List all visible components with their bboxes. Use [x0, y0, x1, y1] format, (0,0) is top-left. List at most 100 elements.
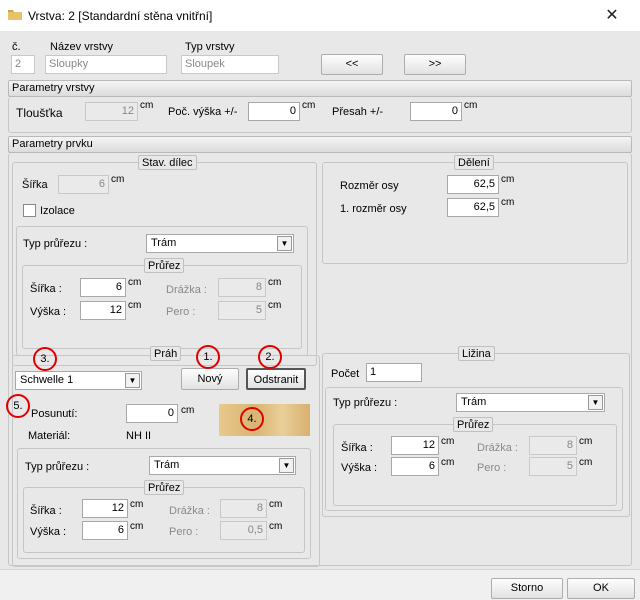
axis-label: Rozměr osy — [340, 180, 399, 192]
start-height-field[interactable]: 0 — [248, 102, 300, 121]
new-prah-button[interactable]: Nový — [181, 368, 239, 390]
layer-no-label: č. — [12, 41, 21, 53]
dilec-profile-type-value: Trám — [151, 237, 177, 249]
dilec-prurez-height-unit: cm — [128, 300, 142, 311]
folder-icon — [8, 10, 22, 20]
dilec-prurez-height-field[interactable]: 12 — [80, 301, 126, 320]
dilec-profile-type-select[interactable]: Trám ▼ — [146, 234, 294, 253]
footer-bar: Storno OK — [0, 569, 640, 600]
layer-params-header: Parametry vrstvy — [8, 80, 632, 97]
layer-type-field[interactable]: Sloupek — [181, 55, 279, 74]
dialog-client: č. Název vrstvy Typ vrstvy 2 Sloupky Slo… — [0, 31, 640, 600]
lizina-count-field[interactable]: 1 — [366, 363, 422, 382]
element-params-header: Parametry prvku — [8, 136, 632, 153]
layer-no-field[interactable]: 2 — [11, 55, 35, 74]
overlap-field[interactable]: 0 — [410, 102, 462, 121]
prah-tongue-label: Pero : — [169, 526, 199, 538]
prev-layer-button[interactable]: << — [321, 54, 383, 75]
prah-width-unit: cm — [130, 499, 144, 510]
lizina-groove-field[interactable]: 8 — [529, 436, 577, 455]
layer-params-title: Parametry vrstvy — [12, 82, 95, 94]
chevron-down-icon[interactable]: ▼ — [279, 458, 294, 473]
thickness-label: Tloušťka — [16, 106, 63, 120]
prah-groove-label: Drážka : — [169, 505, 210, 517]
annotation-marker-2: 2. — [258, 345, 282, 369]
first-axis-field[interactable]: 62,5 — [447, 198, 499, 217]
annotation-marker-5: 5. — [6, 394, 30, 418]
window-title: Vrstva: 2 [Standardní stěna vnitřní] — [28, 9, 213, 23]
chevron-down-icon[interactable]: ▼ — [125, 373, 140, 388]
ok-button[interactable]: OK — [567, 578, 635, 599]
close-button[interactable]: ✕ — [598, 4, 626, 28]
prah-title: Práh — [150, 346, 182, 361]
dilec-groove-field[interactable]: 8 — [218, 278, 266, 297]
dilec-groove-unit: cm — [268, 277, 282, 288]
annotation-marker-4: 4. — [240, 407, 264, 431]
offset-label: Posunutí: — [31, 408, 78, 420]
prah-select-value: Schwelle 1 — [20, 374, 74, 386]
lizina-tongue-field[interactable]: 5 — [529, 457, 577, 476]
offset-field[interactable]: 0 — [126, 404, 178, 423]
prah-height-label: Výška : — [30, 526, 67, 538]
insulation-checkbox[interactable] — [23, 204, 36, 217]
chevron-down-icon[interactable]: ▼ — [588, 395, 603, 410]
thickness-field[interactable]: 12 — [85, 102, 138, 121]
layer-name-field[interactable]: Sloupky — [45, 55, 167, 74]
cancel-button[interactable]: Storno — [491, 578, 563, 599]
remove-prah-button[interactable]: Odstranit — [246, 368, 306, 390]
lizina-prurez-title: Průřez — [453, 417, 494, 432]
prah-select[interactable]: Schwelle 1 ▼ — [15, 371, 142, 390]
overlap-unit: cm — [464, 100, 478, 111]
chevron-down-icon[interactable]: ▼ — [277, 236, 292, 251]
element-params-title: Parametry prvku — [12, 138, 93, 150]
dilec-prurez-width-unit: cm — [128, 277, 142, 288]
lizina-count-label: Počet — [331, 368, 360, 380]
dilec-prurez-title: Průřez — [144, 258, 185, 273]
lizina-width-label: Šířka : — [341, 442, 373, 454]
lizina-profile-type-label: Typ průřezu : — [333, 397, 398, 409]
lizina-groove-unit: cm — [579, 436, 593, 447]
insulation-label: Izolace — [40, 205, 75, 217]
lizina-height-field[interactable]: 6 — [391, 457, 439, 476]
lizina-width-unit: cm — [441, 436, 455, 447]
axis-field[interactable]: 62,5 — [447, 175, 499, 194]
dilec-tongue-label: Pero : — [166, 306, 196, 318]
dilec-width-field[interactable]: 6 — [58, 175, 109, 194]
material-label: Materiál: — [28, 430, 71, 442]
dilec-prurez-width-field[interactable]: 6 — [80, 278, 126, 297]
prah-width-field[interactable]: 12 — [82, 499, 128, 518]
deleni-title: Dělení — [454, 155, 494, 170]
lizina-title: Ližina — [458, 346, 495, 361]
lizina-profile-type-select[interactable]: Trám ▼ — [456, 393, 605, 412]
start-height-label: Poč. výška +/- — [168, 106, 238, 118]
layer-type-label: Typ vrstvy — [185, 41, 235, 53]
prah-tongue-field[interactable]: 0,5 — [220, 521, 267, 540]
first-axis-label: 1. rozměr osy — [340, 203, 407, 215]
prah-prurez-group — [23, 487, 305, 553]
next-layer-button[interactable]: >> — [404, 54, 466, 75]
prah-profile-type-select[interactable]: Trám ▼ — [149, 456, 296, 475]
overlap-label: Přesah +/- — [332, 106, 384, 118]
dilec-prurez-width-label: Šířka : — [30, 283, 62, 295]
layer-name-label: Název vrstvy — [50, 41, 113, 53]
prah-prurez-title: Průřez — [144, 480, 185, 495]
annotation-marker-1: 1. — [196, 345, 220, 369]
dilec-tongue-unit: cm — [268, 300, 282, 311]
lizina-groove-label: Drážka : — [477, 442, 518, 454]
material-swatch[interactable] — [219, 404, 310, 436]
prah-height-unit: cm — [130, 521, 144, 532]
lizina-height-unit: cm — [441, 457, 455, 468]
offset-unit: cm — [181, 405, 195, 416]
prah-tongue-unit: cm — [269, 521, 283, 532]
lizina-tongue-unit: cm — [579, 457, 593, 468]
prah-height-field[interactable]: 6 — [82, 521, 128, 540]
dilec-tongue-field[interactable]: 5 — [218, 301, 266, 320]
first-axis-unit: cm — [501, 197, 515, 208]
dilec-groove-label: Drážka : — [166, 284, 207, 296]
dilec-width-unit: cm — [111, 174, 125, 185]
annotation-marker-3: 3. — [33, 347, 57, 371]
thickness-unit: cm — [140, 100, 154, 111]
lizina-width-field[interactable]: 12 — [391, 436, 439, 455]
prah-groove-field[interactable]: 8 — [220, 499, 267, 518]
prah-groove-unit: cm — [269, 499, 283, 510]
